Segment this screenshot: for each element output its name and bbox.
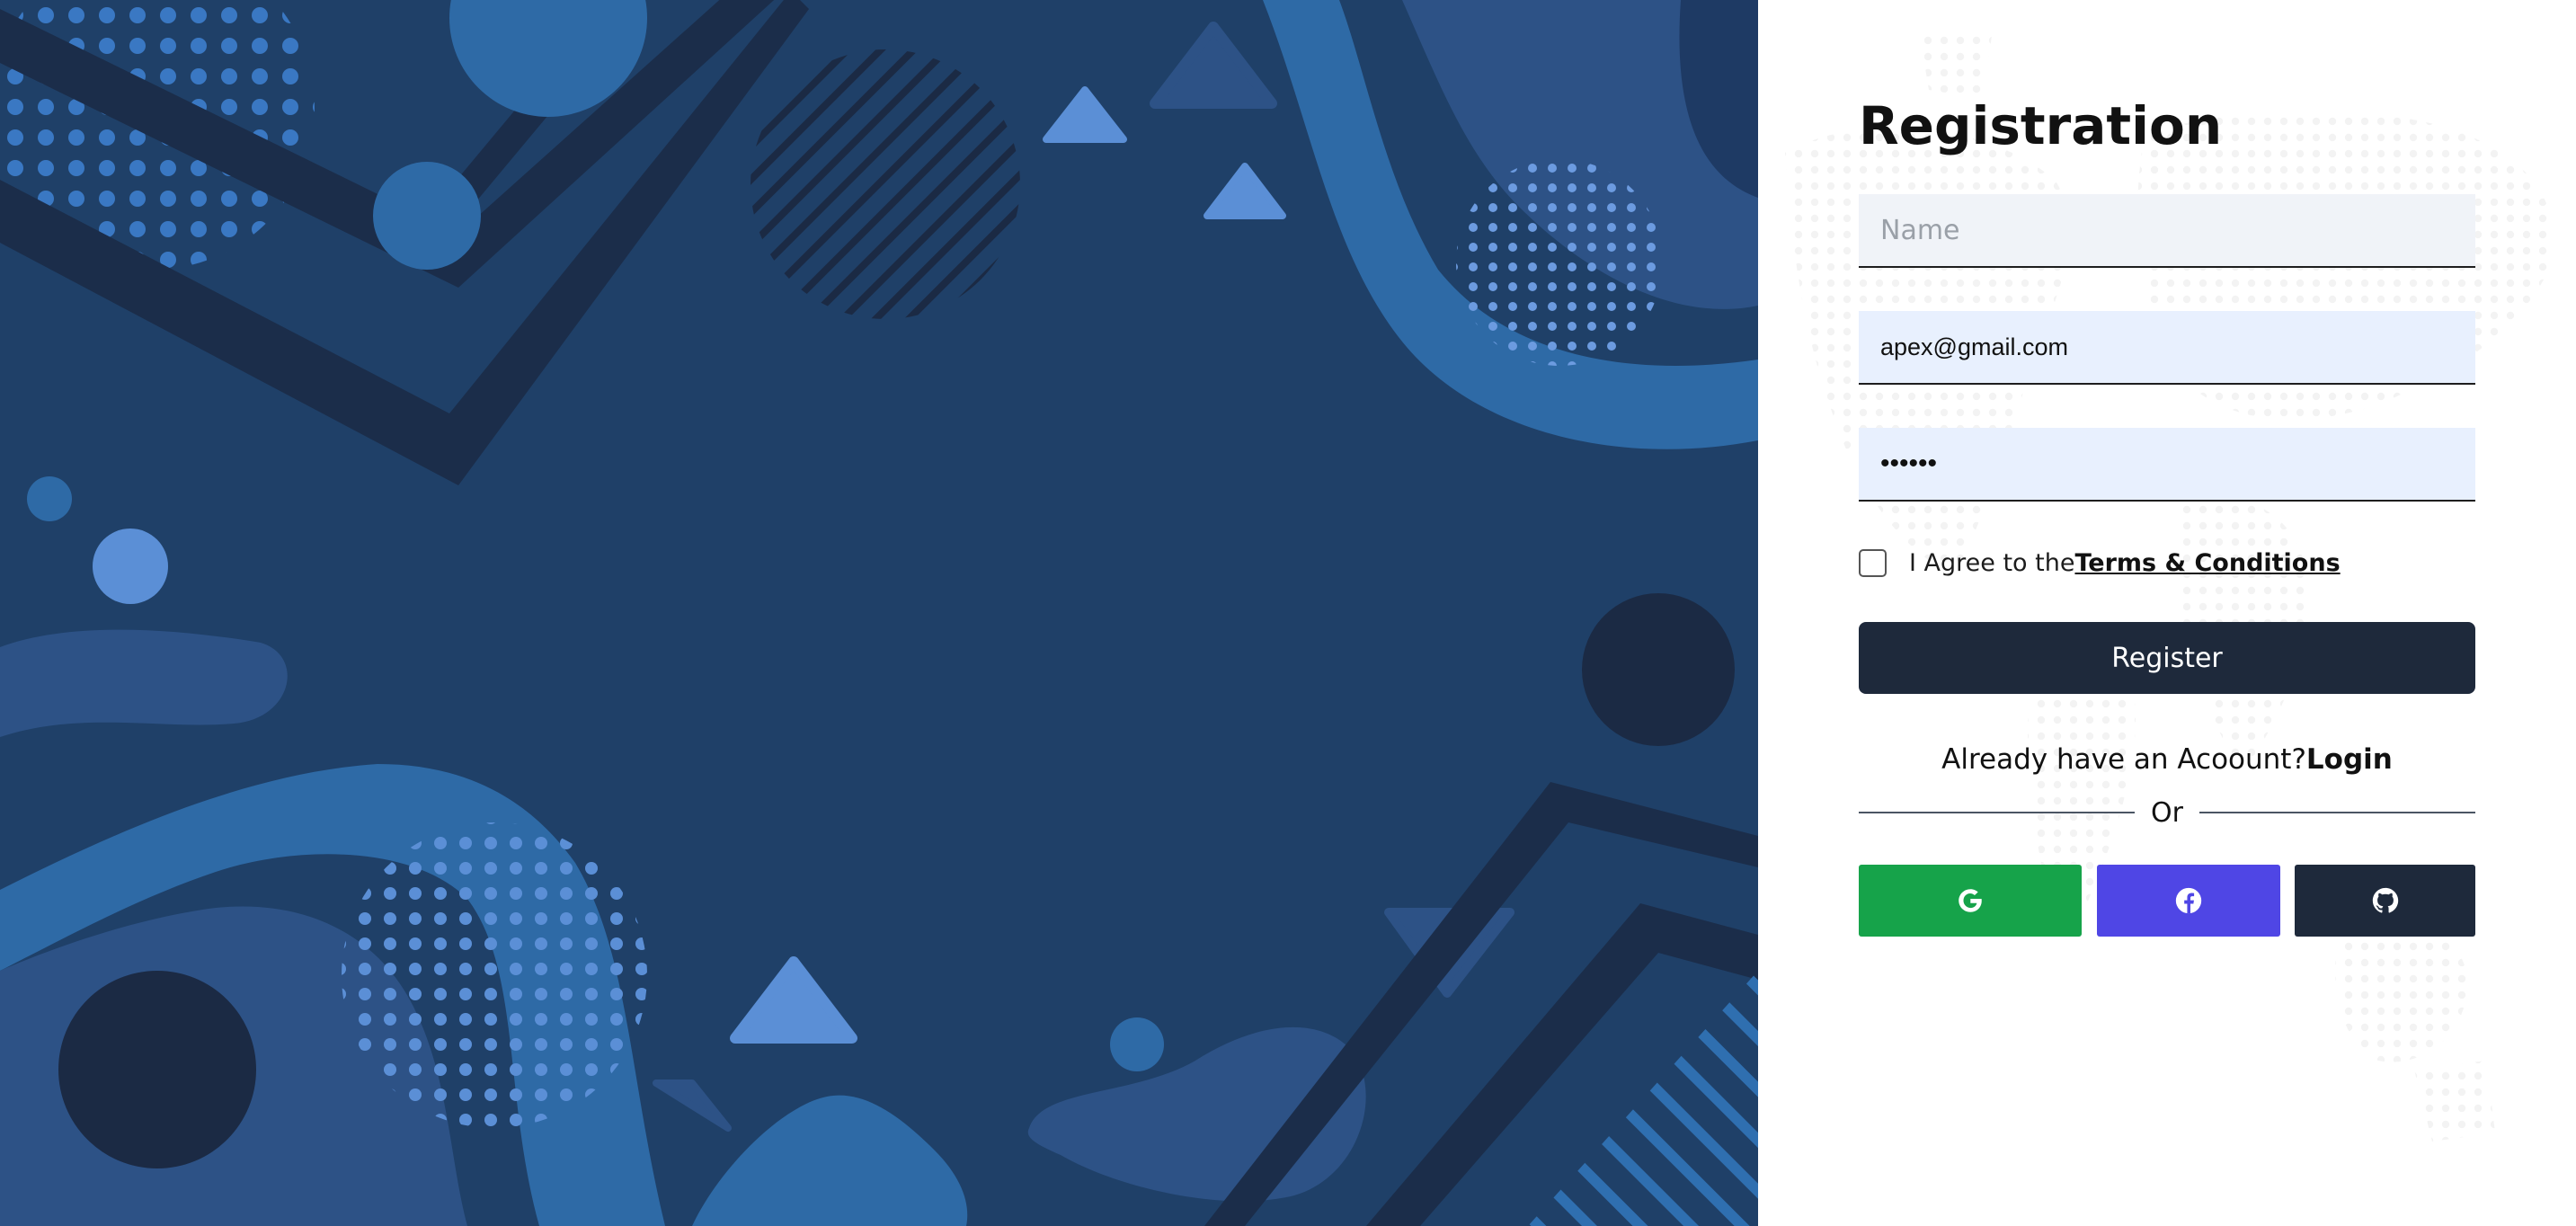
abstract-shapes-illustration [0, 0, 1758, 1226]
social-login-row [1859, 865, 2475, 937]
login-prompt: Already have an Acoount? [1941, 743, 2306, 776]
login-prompt-row: Already have an Acoount?Login [1859, 741, 2475, 778]
facebook-login-button[interactable] [2097, 865, 2280, 937]
google-login-button[interactable] [1859, 865, 2082, 937]
register-button[interactable]: Register [1859, 622, 2475, 694]
or-label: Or [2151, 796, 2183, 829]
divider-line-right [2198, 812, 2476, 813]
google-icon [1959, 889, 1982, 912]
password-input[interactable] [1859, 428, 2475, 502]
github-login-button[interactable] [2295, 865, 2475, 937]
github-icon [2372, 887, 2398, 913]
name-input[interactable] [1859, 194, 2475, 268]
terms-agreement-row: I Agree to the Terms & Conditions [1859, 546, 2475, 579]
or-divider: Or [1859, 795, 2476, 831]
registration-panel: Registration I Agree to the Terms & Cond… [1758, 0, 2576, 1226]
decorative-art-panel [0, 0, 1758, 1226]
registration-form: Registration I Agree to the Terms & Cond… [1859, 90, 2476, 937]
login-link[interactable]: Login [2306, 743, 2393, 776]
email-input[interactable] [1859, 311, 2475, 385]
page-title: Registration [1859, 95, 2223, 156]
terms-link[interactable]: Terms & Conditions [2074, 549, 2340, 577]
divider-line-left [1859, 812, 2136, 813]
terms-checkbox[interactable] [1859, 548, 1887, 577]
facebook-icon [2175, 887, 2202, 914]
agree-label: I Agree to the [1909, 548, 2075, 577]
